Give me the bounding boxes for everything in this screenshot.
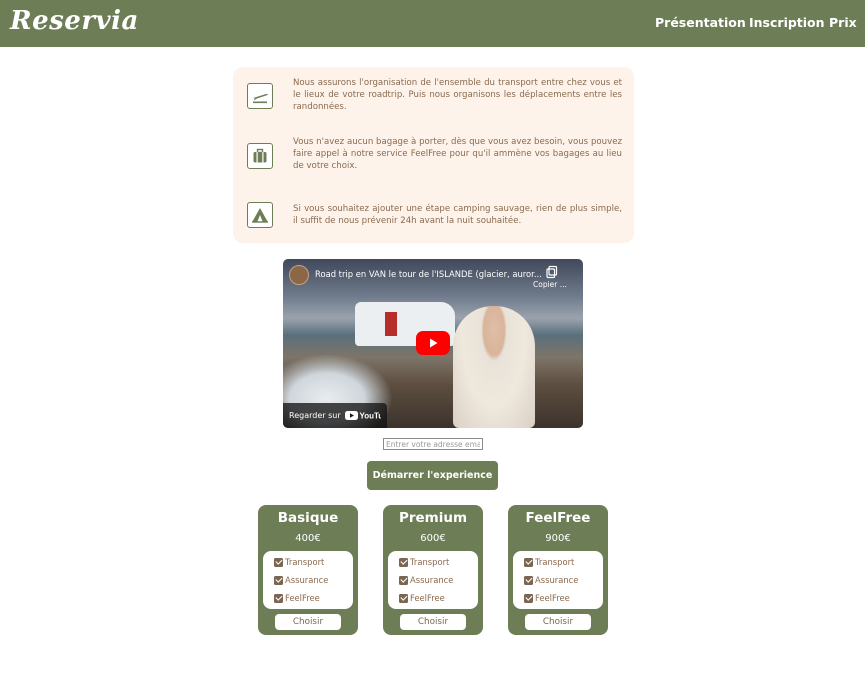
copy-link-label[interactable]: Copier ... (533, 280, 567, 289)
navbar: Reservia Présentation Inscription Prix (0, 0, 865, 47)
plan-feature-item: Transport (274, 557, 324, 567)
youtube-wordmark: YouTube (360, 412, 382, 421)
video-title[interactable]: Road trip en VAN le tour de l'ISLANDE (g… (315, 269, 542, 279)
plan-feature-item: FeelFree (274, 593, 320, 603)
choose-feelfree-button[interactable]: Choisir (525, 614, 591, 630)
plan-card-basique: Basique 400€ Transport Assurance FeelFre… (258, 505, 358, 635)
checkbox-icon (399, 593, 408, 603)
plan-feature-item: FeelFree (524, 593, 570, 603)
plan-card-premium: Premium 600€ Transport Assurance FeelFre… (383, 505, 483, 635)
watch-label: Regarder sur (289, 411, 341, 420)
plan-price: 900€ (545, 533, 571, 544)
feature-text: Vous n'avez aucun bagage à porter, dès q… (293, 137, 622, 171)
watch-on-youtube-button[interactable]: Regarder sur YouTube (283, 403, 387, 428)
plan-feature-item: Transport (524, 557, 574, 567)
plan-feature-list: Transport Assurance FeelFree (388, 551, 478, 609)
plan-name: FeelFree (525, 510, 591, 526)
channel-avatar[interactable] (289, 265, 309, 285)
plan-feature-item: Transport (399, 557, 449, 567)
checkbox-icon (274, 575, 283, 585)
start-experience-button[interactable]: Démarrer l'experience (367, 461, 498, 490)
nav-link-presentation[interactable]: Présentation (655, 15, 746, 30)
checkbox-icon (524, 575, 533, 585)
plan-feature-item: FeelFree (399, 593, 445, 603)
play-button[interactable] (416, 331, 450, 355)
suitcase-icon (247, 143, 273, 169)
logo[interactable]: Reservia (10, 6, 139, 36)
feature-text: Nous assurons l'organisation de l'ensemb… (293, 78, 622, 112)
checkbox-icon (399, 575, 408, 585)
nav-link-inscription[interactable]: Inscription (749, 15, 825, 30)
plan-feature-item: Assurance (274, 575, 328, 585)
features-card: Nous assurons l'organisation de l'ensemb… (233, 67, 634, 243)
video-embed[interactable]: Road trip en VAN le tour de l'ISLANDE (g… (283, 259, 583, 428)
feature-text: Si vous souhaitez ajouter une étape camp… (293, 204, 622, 226)
play-icon (430, 338, 438, 348)
checkbox-icon (524, 593, 533, 603)
plan-feature-list: Transport Assurance FeelFree (263, 551, 353, 609)
checkbox-icon (524, 557, 533, 567)
choose-basique-button[interactable]: Choisir (275, 614, 341, 630)
plan-card-feelfree: FeelFree 900€ Transport Assurance FeelFr… (508, 505, 608, 635)
video-thumbnail-person (453, 306, 535, 428)
plan-name: Basique (277, 510, 339, 526)
plan-price: 400€ (295, 533, 321, 544)
email-field[interactable] (383, 438, 483, 450)
youtube-logo-icon: YouTube (345, 411, 382, 421)
plan-feature-item: Assurance (524, 575, 578, 585)
checkbox-icon (274, 593, 283, 603)
plan-feature-list: Transport Assurance FeelFree (513, 551, 603, 609)
tent-icon (247, 202, 273, 228)
choose-premium-button[interactable]: Choisir (400, 614, 466, 630)
copy-icon[interactable] (545, 265, 559, 279)
nav-link-prix[interactable]: Prix (829, 15, 857, 30)
plan-name: Premium (398, 510, 468, 526)
plan-feature-item: Assurance (399, 575, 453, 585)
plan-price: 600€ (420, 533, 446, 544)
checkbox-icon (399, 557, 408, 567)
checkbox-icon (274, 557, 283, 567)
plane-icon (247, 83, 273, 109)
